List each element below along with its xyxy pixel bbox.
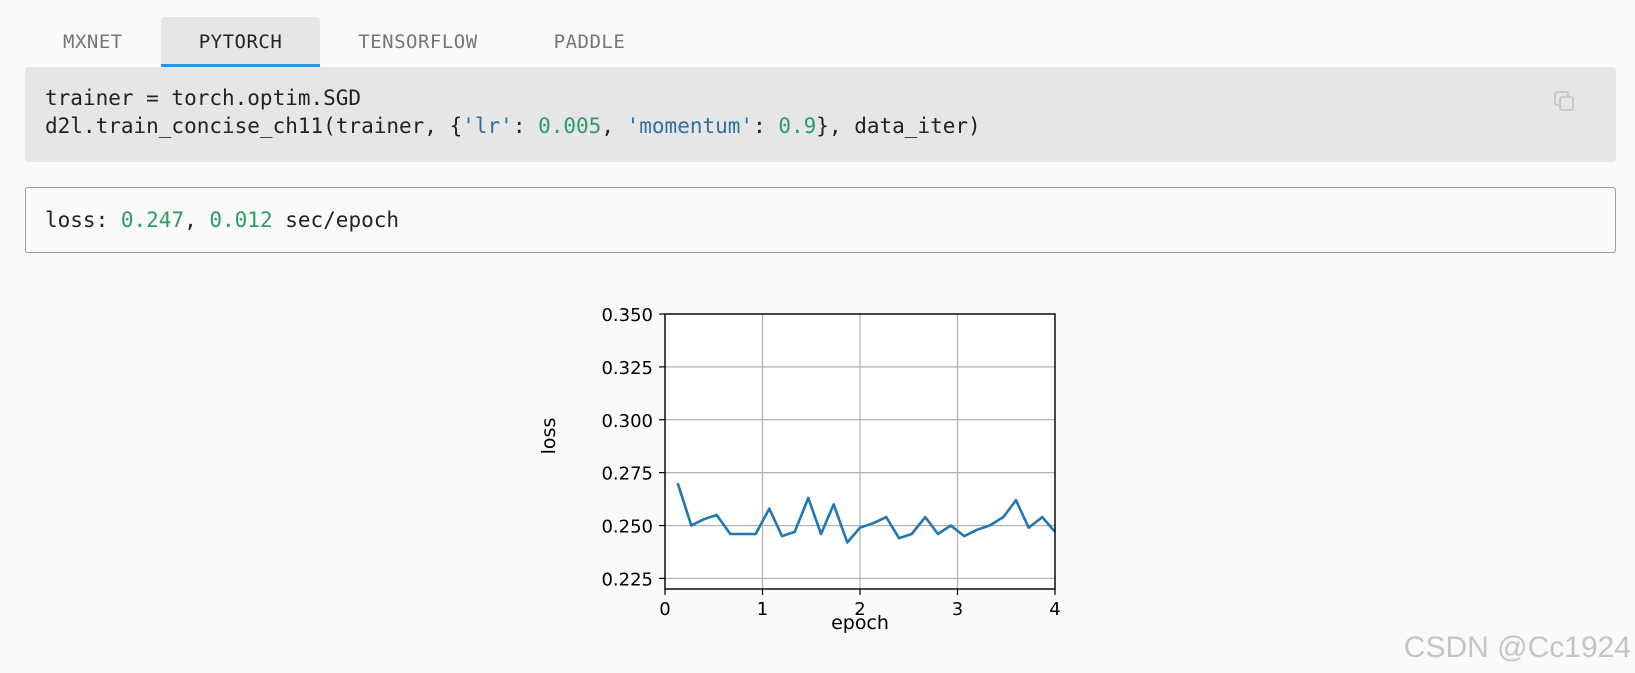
output-block: loss: 0.247, 0.012 sec/epoch: [25, 187, 1616, 253]
x-tick-label: 0: [659, 599, 670, 620]
code-value-momentum: 0.9: [778, 114, 817, 138]
tab-mxnet[interactable]: MXNET: [25, 17, 161, 67]
x-axis-label: epoch: [831, 612, 889, 634]
y-tick-label: 0.250: [601, 517, 653, 538]
y-tick-label: 0.350: [601, 305, 653, 326]
copy-icon[interactable]: [1552, 89, 1576, 113]
code-value-lr: 0.005: [538, 114, 602, 138]
code-line-1: trainer = torch.optim.SGD: [45, 86, 362, 110]
tab-pytorch[interactable]: PYTORCH: [160, 17, 321, 67]
y-axis-label: loss: [540, 418, 560, 455]
watermark: CSDN @Cc1924: [1403, 631, 1631, 664]
code-colon-1: :: [512, 114, 539, 138]
code-comma: ,: [601, 114, 627, 138]
x-tick-label: 1: [757, 599, 768, 620]
code-call-suffix: }, data_iter): [816, 114, 981, 138]
y-tick-label: 0.325: [601, 358, 653, 379]
output-loss-value: 0.247: [120, 208, 185, 232]
code-key-lr: 'lr': [462, 114, 513, 138]
tab-paddle[interactable]: PADDLE: [516, 17, 664, 67]
code-colon-2: :: [753, 114, 779, 138]
output-label: loss:: [45, 208, 121, 232]
code-block[interactable]: trainer = torch.optim.SGD d2l.train_conci…: [25, 67, 1616, 162]
code-call-prefix: d2l.train_concise_ch11(trainer, {: [45, 114, 463, 138]
loss-chart: 0 1 2 3 40.2250.2500.2750.3000.3250.350 epoc…: [540, 305, 1061, 634]
x-tick-label: 3: [952, 599, 963, 620]
y-tick-label: 0.275: [601, 464, 653, 485]
output-time-value: 0.012: [209, 208, 273, 232]
output-separator: ,: [184, 208, 210, 232]
y-tick-label: 0.300: [601, 411, 653, 432]
output-unit: sec/epoch: [272, 208, 400, 232]
tab-tensorflow[interactable]: TENSORFLOW: [320, 17, 515, 67]
x-tick-label: 4: [1049, 599, 1060, 620]
framework-tabs: MXNET PYTORCH TENSORFLOW PADDLE: [25, 17, 663, 67]
code-line-2: d2l.train_concise_ch11(trainer, {'lr': 0…: [45, 112, 1596, 140]
code-key-momentum: 'momentum': [626, 114, 754, 138]
y-tick-label: 0.225: [601, 569, 653, 590]
